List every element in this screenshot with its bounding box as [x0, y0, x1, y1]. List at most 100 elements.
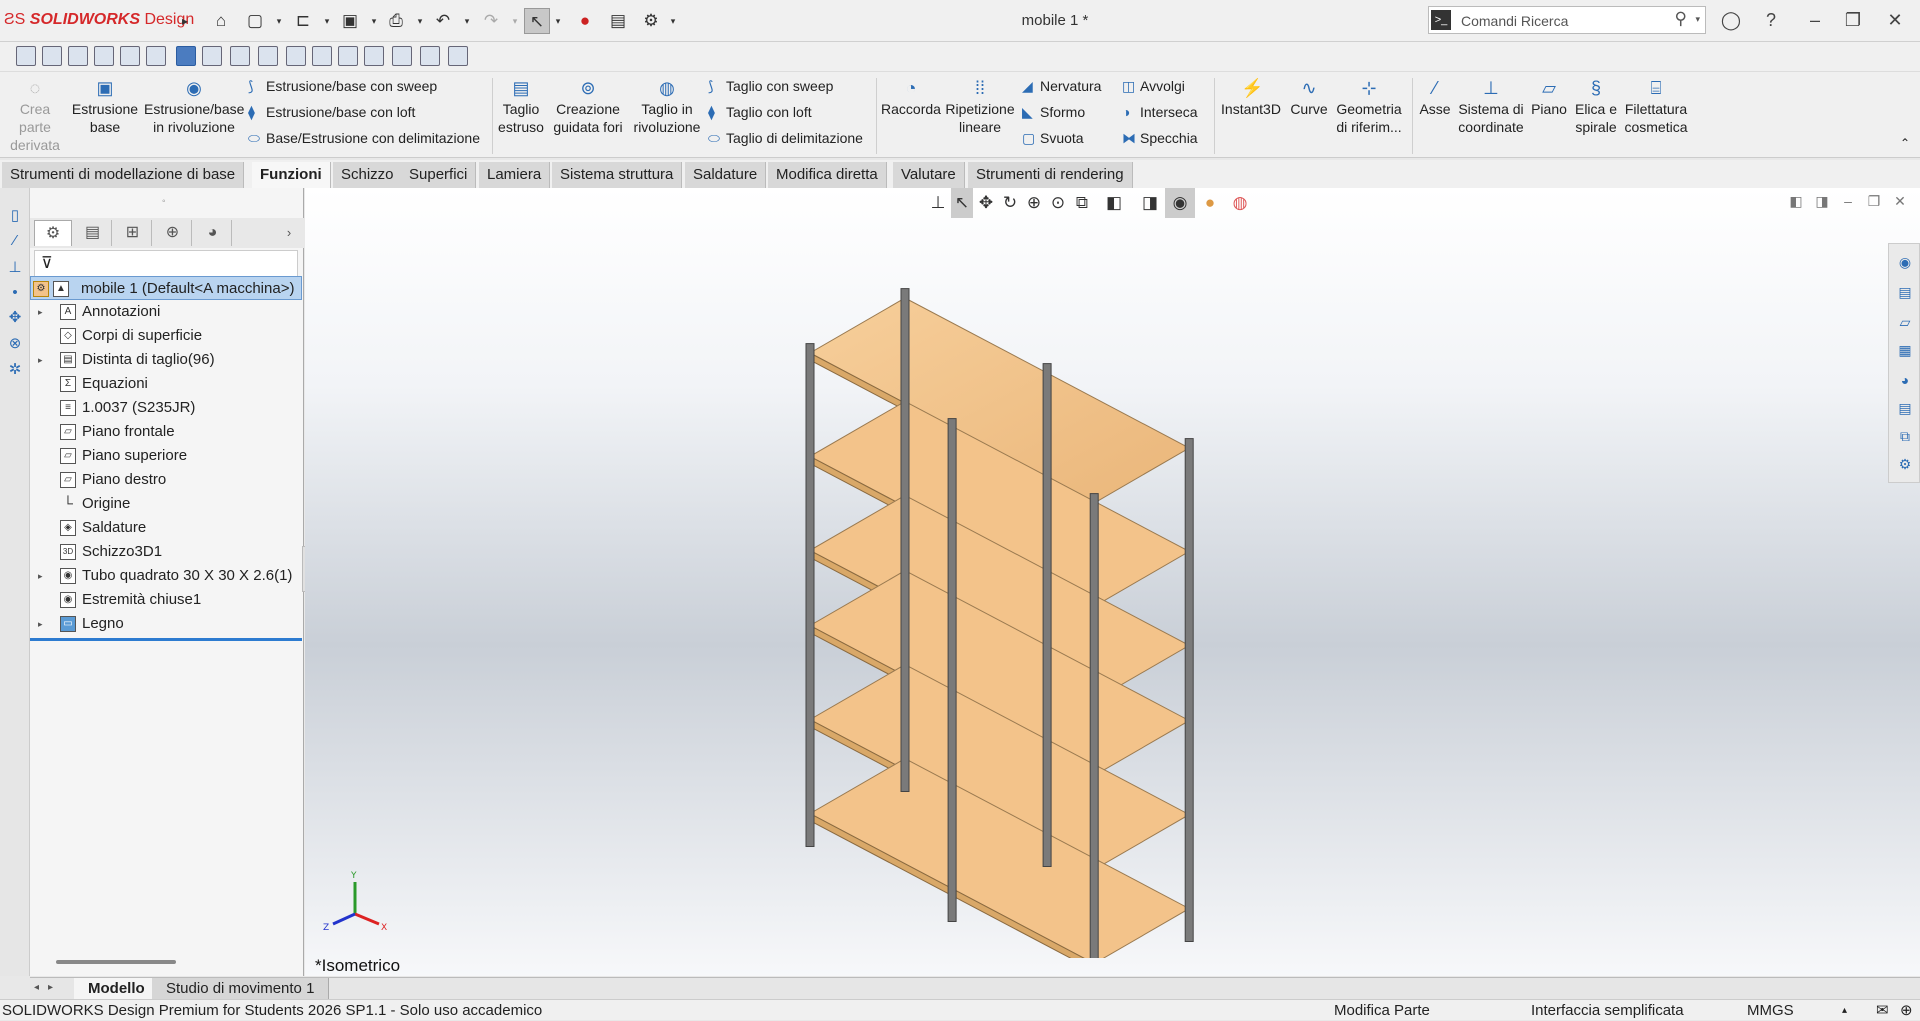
- pan-hud-icon[interactable]: ✥: [975, 188, 997, 218]
- two-view-vertical-icon[interactable]: [338, 46, 358, 66]
- view-back-icon[interactable]: [42, 46, 62, 66]
- reference-geometry-button[interactable]: ⊹ Geometria di riferim...: [1334, 78, 1404, 136]
- tab-render-tools[interactable]: Strumenti di rendering: [968, 162, 1133, 188]
- view-top-icon[interactable]: [120, 46, 140, 66]
- revolved-cut-button[interactable]: ◍ Taglio in rivoluzione: [630, 78, 704, 136]
- revolved-boss-button[interactable]: ◉ Estrusione/base in rivoluzione: [144, 78, 244, 136]
- select-dropdown-icon[interactable]: ▾: [553, 8, 563, 34]
- tab-direct-editing[interactable]: Modifica diretta: [768, 162, 887, 188]
- tab-evaluate[interactable]: Valutare: [893, 162, 965, 188]
- curves-button[interactable]: ∿ Curve: [1286, 78, 1332, 118]
- status-units-text[interactable]: MMGS: [1747, 1000, 1794, 1021]
- dimxpert-tab-icon[interactable]: ⊕: [154, 220, 192, 246]
- view-front-icon[interactable]: [16, 46, 36, 66]
- mate-icon[interactable]: ⊗: [6, 334, 24, 352]
- feature-manager-tab-icon[interactable]: ⚙: [34, 220, 72, 246]
- tree-root[interactable]: ⚙ ▲ mobile 1 (Default<A macchina>): [30, 276, 302, 300]
- search-icon[interactable]: ⚲: [1675, 9, 1687, 29]
- viewport-minimize-button[interactable]: –: [1837, 190, 1859, 212]
- viewport-left-icon[interactable]: ◧: [1785, 190, 1807, 212]
- rotate-hud-icon[interactable]: ↻: [999, 188, 1021, 218]
- tree-item-material[interactable]: ≡ 1.0037 (S235JR): [30, 396, 302, 420]
- fillet-button[interactable]: ◔ Raccorda: [880, 78, 942, 118]
- appearances-icon[interactable]: ◕: [1895, 370, 1915, 390]
- tree-item-surface-bodies[interactable]: ◇ Corpi di superficie: [30, 324, 302, 348]
- tab-model[interactable]: Modello: [74, 978, 160, 1000]
- axis-button[interactable]: ⁄ Asse: [1416, 78, 1454, 118]
- select-icon[interactable]: ↖: [524, 8, 550, 34]
- undo-dropdown-icon[interactable]: ▾: [462, 8, 472, 34]
- expand-icon[interactable]: ▸: [38, 348, 43, 372]
- tree-filter-input[interactable]: ⊽: [34, 250, 298, 278]
- zoom-to-area-icon[interactable]: ⊕: [1023, 188, 1045, 218]
- units-dropdown-icon[interactable]: ▴: [1842, 1000, 1847, 1021]
- tree-item-equations[interactable]: Σ Equazioni: [30, 372, 302, 396]
- view-palette-icon[interactable]: ▦: [1895, 340, 1915, 360]
- tree-item-annotations[interactable]: ▸ A Annotazioni: [30, 300, 302, 324]
- new-view-icon[interactable]: [448, 46, 468, 66]
- save-icon[interactable]: ▣: [337, 8, 363, 34]
- derived-part-button[interactable]: ◌ Crea parte derivata: [4, 78, 66, 154]
- graphics-area[interactable]: ⊥ ↖ ✥ ↻ ⊕ ⊙ ⧉ ◧ ◨ ◉ ● ◍ ◧ ◨ – ❐ ✕ ◉ ▤ ▱ …: [305, 188, 1920, 976]
- zoom-to-fit-icon[interactable]: ⊙: [1047, 188, 1069, 218]
- normal-to-icon[interactable]: [258, 46, 278, 66]
- gear-icon[interactable]: ✲: [6, 360, 24, 378]
- panel-grip-icon[interactable]: ◦: [162, 196, 166, 207]
- select-hud-icon[interactable]: ↖: [951, 188, 973, 218]
- lofted-boss-button[interactable]: ⧫ Estrusione/base con loft: [248, 104, 415, 121]
- tab-surfaces[interactable]: Superfici: [401, 162, 477, 188]
- appearance-icon[interactable]: ●: [1199, 188, 1221, 218]
- redo-icon[interactable]: ↷: [478, 8, 504, 34]
- rebuild-icon[interactable]: ●: [572, 8, 598, 34]
- rib-button[interactable]: ◢ Nervatura: [1022, 78, 1101, 95]
- view-right-icon[interactable]: [94, 46, 114, 66]
- linear-pattern-button[interactable]: ⁞⁞ Ripetizione lineare: [944, 78, 1016, 136]
- tab-features[interactable]: Funzioni: [252, 162, 331, 188]
- sketch-icon[interactable]: ▯: [6, 206, 24, 224]
- home-icon[interactable]: ⌂: [208, 8, 234, 34]
- status-interface-text[interactable]: Interfaccia semplificata: [1531, 1000, 1684, 1021]
- extruded-cut-button[interactable]: ▤ Taglio estruso: [496, 78, 546, 136]
- tree-item-front-plane[interactable]: ▱ Piano frontale: [30, 420, 302, 444]
- tree-item-wood-folder[interactable]: ▸ ▭ Legno: [30, 612, 302, 636]
- section-view-icon[interactable]: ◧: [1103, 188, 1125, 218]
- boundary-boss-button[interactable]: ⬭ Base/Estrusione con delimitazione: [248, 130, 480, 147]
- custom-properties-icon[interactable]: ▤: [1895, 398, 1915, 418]
- rollback-bar[interactable]: [30, 638, 302, 641]
- mirror-button[interactable]: ⧓ Specchia: [1122, 130, 1198, 147]
- view-bottom-icon[interactable]: [146, 46, 166, 66]
- shell-button[interactable]: ▢ Svuota: [1022, 130, 1084, 147]
- open-icon[interactable]: ⊏: [290, 8, 316, 34]
- view-trimetric-icon[interactable]: [202, 46, 222, 66]
- command-search-input[interactable]: >_ Comandi Ricerca ⚲ ▾: [1428, 6, 1706, 34]
- tab-structure-system[interactable]: Sistema struttura: [552, 162, 683, 188]
- redo-dropdown-icon[interactable]: ▾: [510, 8, 520, 34]
- display-style-icon[interactable]: ◉: [1165, 188, 1195, 218]
- solidworks-resources-icon[interactable]: ◉: [1895, 252, 1915, 272]
- expand-icon[interactable]: ▸: [38, 564, 43, 588]
- menu-expand-icon[interactable]: ▸: [172, 8, 198, 34]
- new-dropdown-icon[interactable]: ▾: [274, 8, 284, 34]
- lofted-cut-button[interactable]: ⧫ Taglio con loft: [708, 104, 812, 121]
- tab-motion-study[interactable]: Studio di movimento 1: [152, 978, 330, 1000]
- tree-item-weldments[interactable]: ◈ Saldature: [30, 516, 302, 540]
- point-icon[interactable]: •: [6, 284, 24, 302]
- close-window-button[interactable]: ✕: [1880, 6, 1910, 34]
- design-library-icon[interactable]: ▤: [1895, 282, 1915, 302]
- view-isometric-icon[interactable]: [176, 46, 196, 66]
- tab-sheet-metal[interactable]: Lamiera: [479, 162, 551, 188]
- two-view-horizontal-icon[interactable]: [312, 46, 332, 66]
- tab-sketch[interactable]: Schizzo: [333, 162, 403, 188]
- help-icon[interactable]: ?: [1756, 6, 1786, 34]
- single-view-icon[interactable]: [286, 46, 306, 66]
- instant3d-button[interactable]: ⚡ Instant3D: [1218, 78, 1284, 118]
- tree-item-end-caps[interactable]: ◉ Estremità chiuse1: [30, 588, 302, 612]
- undo-icon[interactable]: ↶: [430, 8, 456, 34]
- tree-item-3d-sketch[interactable]: 3D Schizzo3D1: [30, 540, 302, 564]
- tab-basic-modeling[interactable]: Strumenti di modellazione di base: [2, 162, 245, 188]
- open-dropdown-icon[interactable]: ▾: [322, 8, 332, 34]
- tree-item-top-plane[interactable]: ▱ Piano superiore: [30, 444, 302, 468]
- panel-expand-icon[interactable]: ›: [270, 220, 308, 246]
- coordinate-icon[interactable]: ⊥: [6, 258, 24, 276]
- swept-cut-button[interactable]: ⟆ Taglio con sweep: [708, 78, 833, 95]
